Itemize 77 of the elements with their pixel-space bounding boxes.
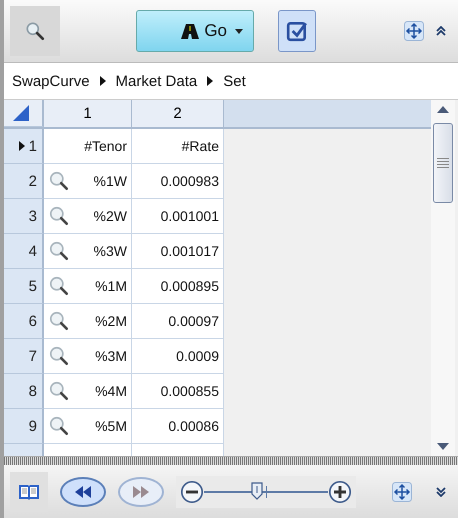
- row-number: 7: [28, 348, 37, 364]
- table-cell: %1M: [44, 269, 132, 304]
- road-icon: [180, 21, 200, 41]
- breadcrumb-item[interactable]: Market Data: [116, 72, 198, 90]
- row-number: 2: [28, 172, 37, 190]
- row-number: 5: [28, 278, 37, 294]
- table-cell: %3W: [44, 234, 132, 269]
- collapse-icon[interactable]: [436, 26, 446, 36]
- row-header[interactable]: 8: [4, 374, 44, 409]
- row-number: 1: [28, 138, 37, 154]
- row-header[interactable]: 9: [4, 409, 44, 444]
- table-cell: #Rate: [132, 129, 224, 164]
- table-cell: 0.001017: [132, 234, 224, 269]
- book-icon: [18, 482, 40, 500]
- move-icon[interactable]: [404, 21, 424, 41]
- row-header[interactable]: 5: [4, 269, 44, 304]
- chevron-icon: [100, 76, 106, 86]
- scroll-up-icon[interactable]: [437, 106, 449, 113]
- row-header[interactable]: 7: [4, 339, 44, 374]
- row-header[interactable]: 1: [4, 129, 44, 164]
- zoom-slider[interactable]: [204, 482, 328, 502]
- move-icon[interactable]: [392, 482, 412, 502]
- table-cell: %4M: [44, 374, 132, 409]
- double-left-arrow-icon: [73, 486, 93, 498]
- row-number: 6: [28, 312, 37, 330]
- magnifier-icon[interactable]: [48, 240, 70, 262]
- row-header[interactable]: 6: [4, 304, 44, 339]
- magnifier-icon[interactable]: [48, 415, 70, 437]
- checkbox-icon: [286, 20, 308, 42]
- scroll-down-icon[interactable]: [437, 443, 449, 450]
- vertical-scrollbar[interactable]: [431, 100, 455, 456]
- chevron-icon: [207, 76, 214, 86]
- table-cell: %2W: [44, 199, 132, 234]
- table-cell: %1W: [44, 164, 132, 199]
- breadcrumb-item[interactable]: Set: [223, 72, 246, 90]
- row-header[interactable]: 2: [4, 164, 44, 199]
- row-number: 9: [28, 418, 37, 434]
- rewind-button[interactable]: [60, 476, 106, 506]
- table-cell: 0.000855: [132, 374, 224, 409]
- double-right-arrow-icon: [131, 486, 151, 498]
- caret-icon: [235, 28, 243, 34]
- magnifier-icon[interactable]: [48, 275, 70, 297]
- checkbox-button[interactable]: [278, 10, 316, 52]
- expand-icon[interactable]: [436, 486, 446, 496]
- breadcrumb-item[interactable]: SwapCurve: [12, 72, 90, 90]
- go-button[interactable]: Go: [136, 10, 254, 52]
- column-header[interactable]: 1: [44, 100, 132, 127]
- column-header[interactable]: 2: [132, 100, 224, 127]
- magnifier-icon[interactable]: [48, 380, 70, 402]
- zoom-in-icon[interactable]: [328, 480, 352, 504]
- row-number: 4: [28, 242, 37, 260]
- magnifier-icon[interactable]: [48, 310, 70, 332]
- table-cell: 0.000983: [132, 164, 224, 199]
- splitter[interactable]: [4, 456, 458, 465]
- table-cell: 0.0009: [132, 339, 224, 374]
- table-cell: %2M: [44, 304, 132, 339]
- table-cell: %3M: [44, 339, 132, 374]
- table-cell: 0.001001: [132, 199, 224, 234]
- table-cell: 0.00086: [132, 409, 224, 444]
- select-all-corner[interactable]: [4, 100, 44, 127]
- magnifier-icon[interactable]: [48, 205, 70, 227]
- slider-thumb[interactable]: [251, 482, 264, 500]
- scrollbar-thumb[interactable]: [433, 123, 453, 203]
- corner-triangle-icon: [12, 105, 28, 121]
- search-icon: [24, 20, 46, 42]
- row-number: 8: [28, 382, 37, 400]
- row-header[interactable]: 3: [4, 199, 44, 234]
- row-header[interactable]: 4: [4, 234, 44, 269]
- magnifier-icon[interactable]: [48, 345, 70, 367]
- table-cell: 0.00097: [132, 304, 224, 339]
- table-cell: %5M: [44, 409, 132, 444]
- table-cell: 0.000895: [132, 269, 224, 304]
- zoom-out-icon[interactable]: [180, 480, 204, 504]
- magnifier-icon[interactable]: [48, 170, 70, 192]
- current-row-icon: [18, 141, 25, 151]
- table-cell: #Tenor: [44, 129, 132, 164]
- row-number: 3: [28, 208, 37, 224]
